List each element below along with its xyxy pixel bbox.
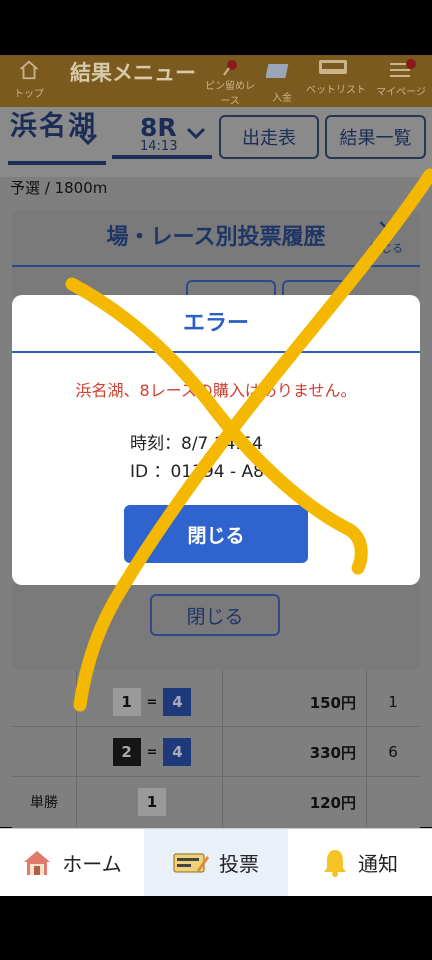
popularity-rank: 6 xyxy=(388,743,398,761)
entries-button[interactable]: 出走表 xyxy=(219,115,319,159)
chevron-down-icon[interactable] xyxy=(78,133,98,147)
error-close-button[interactable]: 閉じる xyxy=(124,505,308,563)
house-icon xyxy=(24,850,51,875)
race-info: 予選 / 1800m xyxy=(10,179,108,197)
popularity-rank: 1 xyxy=(388,693,398,711)
phone-screen: トップ 結果メニュー ピン留めレース 入金 ベットリスト マイページ 浜名湖 8… xyxy=(0,0,432,960)
popularity-rank xyxy=(366,778,420,826)
payout-amount: 150円 xyxy=(309,693,356,712)
payout-amount: 330円 xyxy=(309,743,356,762)
system-nav-bar xyxy=(0,896,432,960)
error-id: ID ：01394 - A8 xyxy=(130,462,264,482)
top-menu-bar: トップ 結果メニュー ピン留めレース 入金 ベットリスト マイページ xyxy=(0,55,432,107)
page-title: 結果メニュー xyxy=(70,61,196,85)
table-row: 1 = 4 150円 1 xyxy=(12,678,420,726)
close-icon[interactable]: ✕ xyxy=(370,217,403,241)
combo-separator: = xyxy=(146,694,158,710)
boat-number: 4 xyxy=(163,738,192,766)
nav-notify-label: 通知 xyxy=(358,852,398,876)
close-label[interactable]: 閉じる xyxy=(370,240,403,256)
error-modal-title: エラー xyxy=(12,295,420,353)
error-message: 浜名湖、8レースの購入はありません。 xyxy=(75,381,357,400)
chevron-down-icon[interactable] xyxy=(186,127,206,141)
nav-home-label: ホーム xyxy=(62,852,122,876)
mypage-icon[interactable] xyxy=(388,59,416,81)
race-underline xyxy=(112,155,212,159)
bet-history-title: 場・レース別投票履歴 xyxy=(12,210,420,267)
table-row: 単勝 1 120円 xyxy=(12,778,420,826)
error-time: 時刻：8/7 14:54 xyxy=(130,434,263,454)
bottom-navigation: ホーム 投票 通知 xyxy=(0,828,432,896)
table-row: 2 = 4 330円 6 xyxy=(12,728,420,776)
boat-number: 1 xyxy=(112,688,141,716)
payout-table: 1 = 4 150円 1 2 = 4 330円 6 単勝 1 120円 xyxy=(12,670,420,828)
race-selector-bar: 浜名湖 8R 14:13 出走表 結果一覧 xyxy=(0,107,432,177)
home-icon[interactable] xyxy=(18,59,40,81)
betlist-icon[interactable] xyxy=(318,59,348,77)
boat-number: 2 xyxy=(112,738,141,766)
error-modal: エラー 浜名湖、8レースの購入はありません。 時刻：8/7 14:54 ID ：… xyxy=(12,295,420,585)
nav-vote-label: 投票 xyxy=(219,852,259,876)
nav-notify[interactable]: 通知 xyxy=(288,829,432,896)
pin-icon[interactable] xyxy=(222,59,240,77)
combo-separator: = xyxy=(146,744,158,760)
race-time: 14:13 xyxy=(140,139,178,154)
race-number-select[interactable]: 8R xyxy=(140,113,177,142)
bet-type-label: 単勝 xyxy=(30,795,58,811)
results-list-button[interactable]: 結果一覧 xyxy=(325,115,426,159)
nav-home[interactable]: ホーム xyxy=(0,829,144,896)
nav-vote[interactable]: 投票 xyxy=(144,829,288,896)
deposit-icon[interactable] xyxy=(266,61,292,81)
venue-underline xyxy=(8,161,106,165)
payout-amount: 120円 xyxy=(309,793,356,812)
status-bar xyxy=(0,0,432,55)
boat-number: 4 xyxy=(163,688,192,716)
ticket-icon xyxy=(173,853,209,872)
bell-icon xyxy=(324,849,346,877)
bet-history-close[interactable]: ✕ 閉じる xyxy=(370,217,403,256)
bet-history-close-button[interactable]: 閉じる xyxy=(150,594,280,636)
boat-number: 1 xyxy=(138,788,166,816)
